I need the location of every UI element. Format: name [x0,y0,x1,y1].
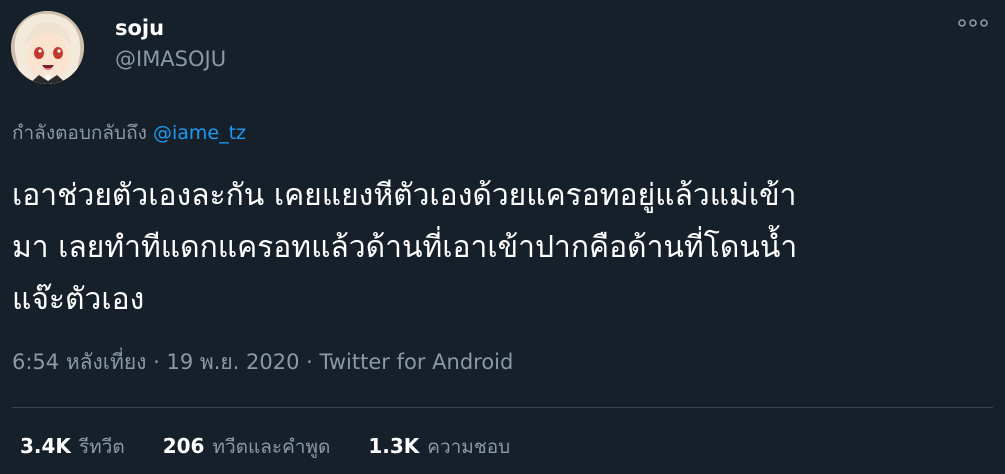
likes-count: 1.3K [368,434,420,458]
user-handle[interactable]: @IMASOJU [115,47,226,71]
retweets-label: รีทวีต [78,436,125,458]
divider [12,407,993,408]
separator: · [153,350,160,374]
quotes-count: 206 [162,434,205,458]
quotes-label: ทวีตและคำพูด [212,436,331,458]
separator: · [306,350,313,374]
more-options-button[interactable] [950,8,996,38]
tweet-metadata: 6:54 หลังเที่ยง · 19 พ.ย. 2020 · Twitter… [12,346,513,379]
tweet-text-line: แจ๊ะตัวเอง [12,282,145,317]
retweets-stat[interactable]: 3.4K รีทวีต [20,432,125,462]
tweet-date[interactable]: 19 พ.ย. 2020 [166,350,299,374]
tweet-time[interactable]: 6:54 หลังเที่ยง [12,350,146,374]
more-horizontal-icon [958,19,988,27]
display-name[interactable]: soju [115,16,164,40]
likes-label: ความชอบ [427,436,511,458]
replying-to-label: กำลังตอบกลับถึง [12,122,147,144]
anime-girl-avatar-icon [11,11,84,84]
likes-stat[interactable]: 1.3K ความชอบ [368,432,510,462]
tweet-source[interactable]: Twitter for Android [320,350,514,374]
mention-link[interactable]: @iame_tz [153,122,246,144]
tweet-text: เอาช่วยตัวเองละกัน เคยแยงหีตัวเองด้วยแคร… [12,170,992,326]
engagement-stats: 3.4K รีทวีต 206 ทวีตและคำพูด 1.3K ความชอบ [20,432,510,462]
tweet-text-line: มา เลยทำทีแดกแครอทแล้วด้านที่เอาเข้าปากค… [12,230,798,265]
quotes-stat[interactable]: 206 ทวีตและคำพูด [163,432,331,462]
avatar[interactable] [11,11,84,84]
tweet-text-line: เอาช่วยตัวเองละกัน เคยแยงหีตัวเองด้วยแคร… [12,178,797,213]
replying-to: กำลังตอบกลับถึง @iame_tz [12,118,246,148]
retweets-count: 3.4K [20,434,71,458]
